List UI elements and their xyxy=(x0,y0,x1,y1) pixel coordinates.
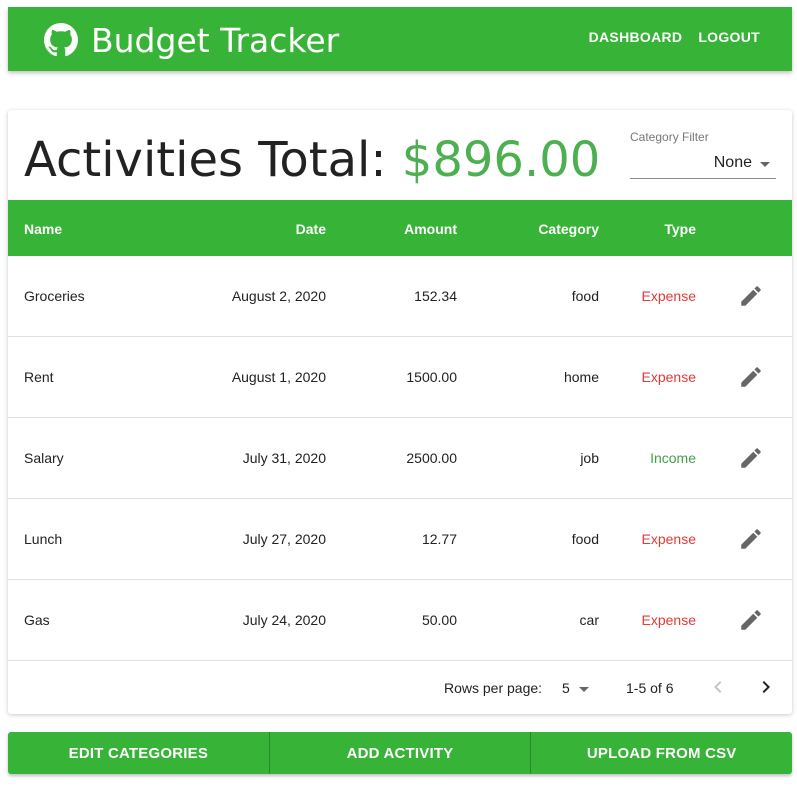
cell-amount: 152.34 xyxy=(414,288,457,304)
table-body: Groceries August 2, 2020 152.34 food Exp… xyxy=(8,256,792,661)
category-filter: Category Filter None xyxy=(630,130,776,180)
column-header-type[interactable]: Type xyxy=(664,220,696,238)
cell-date: July 24, 2020 xyxy=(242,612,326,628)
rows-per-page-label: Rows per page: xyxy=(444,680,543,696)
activities-card: Activities Total: $896.00 Category Filte… xyxy=(8,110,792,714)
column-header-category[interactable]: Category xyxy=(538,220,599,238)
column-header-name[interactable]: Name xyxy=(24,220,62,238)
table-row: Gas July 24, 2020 50.00 car Expense xyxy=(8,580,792,661)
column-header-amount[interactable]: Amount xyxy=(404,220,457,238)
table-row: Salary July 31, 2020 2500.00 job Income xyxy=(8,418,792,499)
pencil-icon[interactable] xyxy=(738,364,764,390)
chevron-right-icon[interactable] xyxy=(754,675,778,699)
cell-name: Salary xyxy=(24,450,64,466)
cell-name: Groceries xyxy=(24,288,85,304)
chevron-down-icon xyxy=(760,162,770,167)
pencil-icon[interactable] xyxy=(738,526,764,552)
cell-date: July 31, 2020 xyxy=(242,450,326,466)
pagination-range: 1-5 of 6 xyxy=(626,680,674,696)
cell-name: Lunch xyxy=(24,531,63,547)
pencil-icon[interactable] xyxy=(738,283,764,309)
cell-date: August 1, 2020 xyxy=(231,369,326,385)
cell-name: Gas xyxy=(24,612,50,628)
pencil-icon[interactable] xyxy=(738,607,764,633)
add-activity-button[interactable]: ADD ACTIVITY xyxy=(270,732,532,774)
category-filter-select[interactable]: None xyxy=(630,152,776,179)
cell-type: Income xyxy=(650,450,696,466)
cell-date: August 2, 2020 xyxy=(231,288,326,304)
rows-per-page-select[interactable]: 5 xyxy=(562,678,594,698)
edit-categories-button[interactable]: EDIT CATEGORIES xyxy=(8,732,270,774)
github-icon[interactable] xyxy=(44,23,78,57)
cell-category: food xyxy=(571,288,599,304)
table-header: Name Date Amount Category Type xyxy=(8,200,792,256)
nav-logout-link[interactable]: LOGOUT xyxy=(698,29,760,45)
table-pagination: Rows per page: 5 1-5 of 6 xyxy=(8,661,792,714)
table-row: Lunch July 27, 2020 12.77 food Expense xyxy=(8,499,792,580)
cell-name: Rent xyxy=(24,369,54,385)
cell-type: Expense xyxy=(641,369,696,385)
cell-date: July 27, 2020 xyxy=(242,531,326,547)
activities-total-amount: $896.00 xyxy=(401,132,601,188)
cell-amount: 1500.00 xyxy=(406,369,457,385)
category-filter-value: None xyxy=(713,154,752,171)
cell-category: job xyxy=(580,450,599,466)
cell-category: food xyxy=(571,531,599,547)
cell-type: Expense xyxy=(641,288,696,304)
cell-type: Expense xyxy=(641,612,696,628)
action-button-group: EDIT CATEGORIES ADD ACTIVITY UPLOAD FROM… xyxy=(8,732,792,774)
column-header-date[interactable]: Date xyxy=(296,220,326,238)
rows-per-page-value: 5 xyxy=(562,680,570,696)
nav-dashboard-link[interactable]: DASHBOARD xyxy=(589,29,683,45)
chevron-down-icon xyxy=(579,687,589,692)
table-row: Rent August 1, 2020 1500.00 home Expense xyxy=(8,337,792,418)
cell-category: car xyxy=(579,612,599,628)
app-bar: Budget Tracker DASHBOARD LOGOUT xyxy=(8,7,792,71)
top-nav: DASHBOARD LOGOUT xyxy=(589,29,760,45)
upload-from-csv-button[interactable]: UPLOAD FROM CSV xyxy=(531,732,792,774)
cell-amount: 50.00 xyxy=(421,612,457,628)
activities-total-label: Activities Total: xyxy=(24,132,387,188)
cell-amount: 12.77 xyxy=(421,531,457,547)
cell-amount: 2500.00 xyxy=(406,450,457,466)
cell-category: home xyxy=(563,369,599,385)
category-filter-label: Category Filter xyxy=(630,130,709,144)
pencil-icon[interactable] xyxy=(738,445,764,471)
table-row: Groceries August 2, 2020 152.34 food Exp… xyxy=(8,256,792,337)
cell-type: Expense xyxy=(641,531,696,547)
chevron-left-icon[interactable] xyxy=(706,675,730,699)
app-title: Budget Tracker xyxy=(91,21,340,60)
activities-total-heading: Activities Total: $896.00 xyxy=(24,128,600,192)
